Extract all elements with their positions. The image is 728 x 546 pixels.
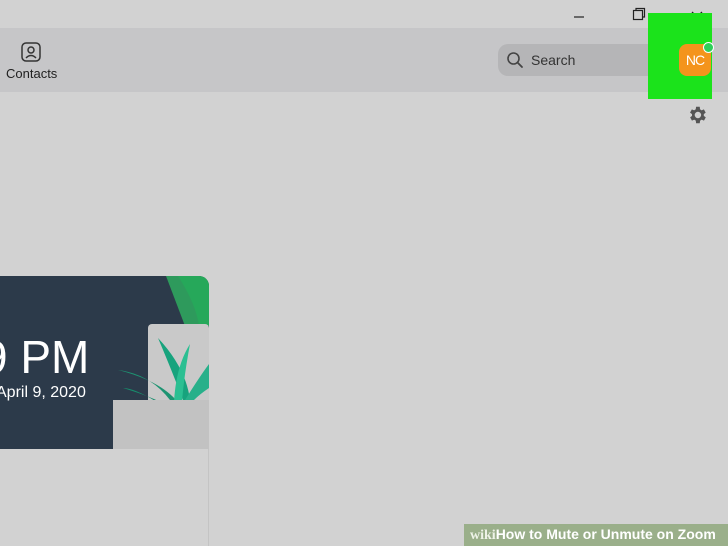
title-bar: [0, 0, 728, 28]
contacts-tab[interactable]: Contacts: [0, 40, 64, 84]
watermark-prefix: wiki: [470, 528, 496, 543]
search-icon: [507, 52, 523, 68]
meeting-date: April 9, 2020: [0, 384, 86, 401]
gear-icon[interactable]: [686, 104, 708, 126]
search-box[interactable]: Search: [498, 44, 668, 76]
restore-icon: [632, 7, 646, 21]
watermark-title: How to Mute or Unmute on Zoom: [495, 526, 716, 542]
minimize-button[interactable]: [556, 0, 602, 28]
status-badge: [703, 42, 714, 53]
divider: [208, 449, 209, 546]
search-placeholder: Search: [531, 52, 576, 68]
meeting-time: 9 PM: [0, 331, 90, 383]
contacts-label: Contacts: [6, 66, 58, 81]
contacts-icon: [21, 42, 41, 62]
minimize-icon: [574, 16, 584, 18]
watermark: wikiHow to Mute or Unmute on Zoom: [470, 526, 716, 544]
